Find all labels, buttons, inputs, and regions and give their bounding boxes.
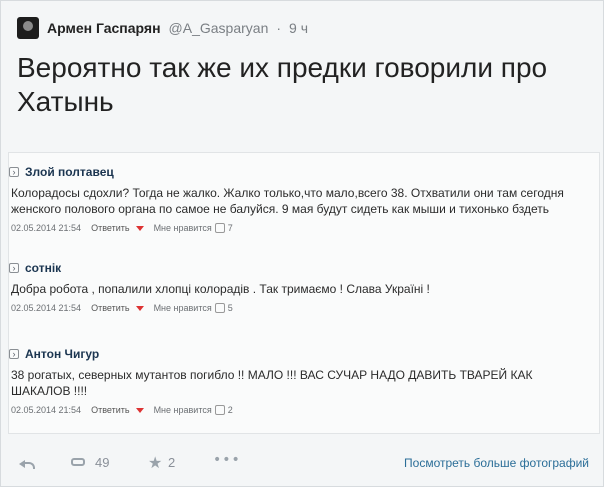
dropdown-arrow-icon (135, 407, 144, 413)
reply-button[interactable] (19, 453, 35, 471)
like-label: Мне нравится (153, 303, 212, 313)
favorite-count: 2 (168, 454, 176, 470)
timestamp[interactable]: 9 ч (289, 20, 308, 36)
like-count: 2 (227, 405, 233, 415)
retweet-icon (71, 456, 89, 468)
comment-text: Колорадосы сдохли? Тогда не жалко. Жалко… (11, 186, 564, 216)
comment-date: 02.05.2014 21:54 (11, 405, 82, 415)
reply-icon (19, 456, 35, 469)
comment-meta: 02.05.2014 21:54 Ответить Мне нравится 7 (11, 223, 599, 233)
retweet-button[interactable]: 49 (71, 453, 109, 471)
tweet-text-line1: Вероятно так же их предки говорили про (17, 52, 548, 83)
dropdown-arrow-icon (135, 225, 144, 231)
comment-author: Злой полтавец (25, 165, 114, 179)
like-label: Мне нравится (153, 405, 212, 415)
avatar[interactable] (17, 17, 39, 39)
see-more-photos-link[interactable]: Посмотреть больше фотографий (404, 456, 589, 470)
comment-text: 38 рогатых, северных мутантов погибло !!… (11, 368, 533, 398)
dot-separator: · (276, 20, 282, 36)
like-area: Мне нравится 2 (154, 405, 233, 415)
more-button[interactable] (213, 452, 241, 471)
like-area: Мне нравится 5 (154, 303, 233, 313)
comment-date: 02.05.2014 21:54 (11, 223, 82, 233)
author-name[interactable]: Армен Гаспарян (47, 20, 161, 36)
retweet-count: 49 (95, 454, 110, 470)
like-count: 5 (227, 303, 233, 313)
author-handle[interactable]: @A_Gasparyan (169, 20, 269, 36)
more-dots-icon (213, 452, 241, 468)
reply-link: Ответить (91, 223, 130, 233)
tweet-text: Вероятно так же их предки говорили про Х… (17, 51, 577, 119)
thumbs-up-icon (214, 223, 225, 233)
comment: › Злой полтавец Колорадосы сдохли? Тогда… (9, 165, 599, 233)
comment-author: Антон Чигур (25, 347, 100, 361)
star-icon (148, 453, 162, 472)
comment: › Антон Чигур 38 рогатых, северных мутан… (9, 347, 599, 415)
comment-author: сотнік (25, 261, 62, 275)
favorite-button[interactable]: 2 (148, 453, 176, 472)
comment-header: › Антон Чигур (9, 347, 599, 361)
like-count: 7 (227, 223, 233, 233)
comment-header: › сотнік (9, 261, 599, 275)
comment-date: 02.05.2014 21:54 (11, 303, 82, 313)
comment-text: Добра робота , попалили хлопці колорадів… (11, 282, 430, 296)
comment-header: › Злой полтавец (9, 165, 599, 179)
tweet-header: Армен Гаспарян @A_Gasparyan · 9 ч (17, 15, 308, 41)
chevron-right-icon: › (9, 263, 19, 273)
comment-meta: 02.05.2014 21:54 Ответить Мне нравится 2 (11, 405, 599, 415)
comment: › сотнік Добра робота , попалили хлопці … (9, 261, 599, 313)
attached-screenshot[interactable]: › Злой полтавец Колорадосы сдохли? Тогда… (8, 152, 600, 434)
reply-link: Ответить (91, 303, 130, 313)
comment-meta: 02.05.2014 21:54 Ответить Мне нравится 5 (11, 303, 599, 313)
chevron-right-icon: › (9, 167, 19, 177)
tweet-card: Армен Гаспарян @A_Gasparyan · 9 ч Вероят… (0, 0, 604, 487)
thumbs-up-icon (214, 405, 225, 415)
dropdown-arrow-icon (135, 305, 144, 311)
tweet-text-line2: Хатынь (17, 86, 114, 117)
reply-link: Ответить (91, 405, 130, 415)
like-label: Мне нравится (153, 223, 212, 233)
chevron-right-icon: › (9, 349, 19, 359)
like-area: Мне нравится 7 (154, 223, 233, 233)
thumbs-up-icon (214, 303, 225, 313)
